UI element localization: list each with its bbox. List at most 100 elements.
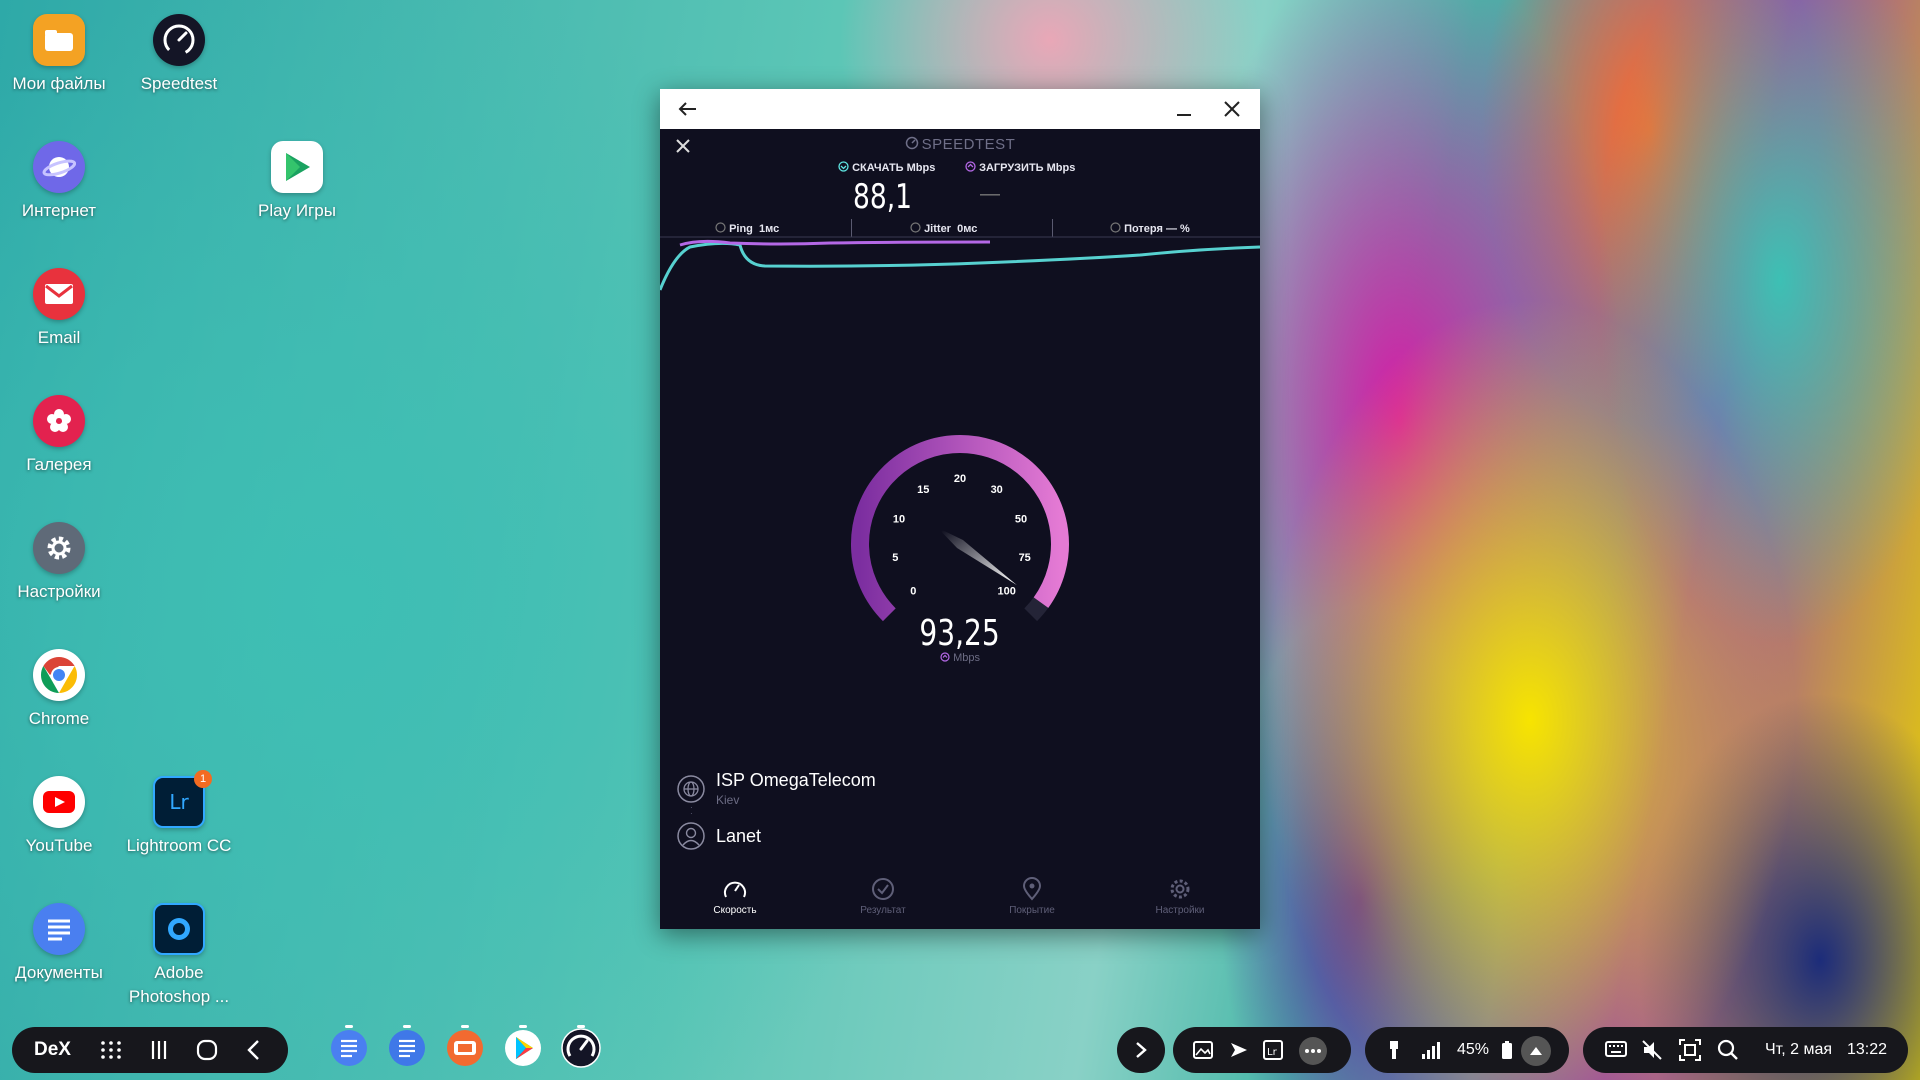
gauge-tick-label: 30 [991, 484, 1003, 496]
speedometer-icon [561, 1028, 601, 1068]
svg-text:Lr: Lr [1267, 1047, 1278, 1058]
desktop-icon-label: Lightroom CC [126, 836, 232, 855]
search-icon[interactable] [1717, 1039, 1739, 1066]
desktop-icon-chrome[interactable]: Chrome [4, 649, 114, 731]
battery-icon [1501, 1040, 1513, 1065]
isp-city: Kiev [716, 793, 740, 807]
desktop-icon-label: Chrome [28, 709, 90, 728]
chevron-right-icon [1136, 1042, 1147, 1058]
gauge-tick-label: 15 [917, 484, 929, 496]
upload-icon [965, 161, 976, 172]
server-user-icon[interactable] [676, 821, 706, 856]
desktop-icon-youtube[interactable]: YouTube [4, 776, 114, 858]
desktop-icon-my-files[interactable]: Мои файлы [4, 14, 114, 96]
upload-label: ЗАГРУЗИТЬ Mbps [965, 161, 1075, 174]
desktop-icon-label: Настройки [17, 582, 101, 601]
nav-speed[interactable]: Скорость [675, 877, 795, 916]
desktop-icon-settings[interactable]: Настройки [4, 522, 114, 604]
desktop-icon-label: Галерея [26, 455, 92, 474]
image-notification-icon[interactable] [1193, 1040, 1213, 1065]
desktop-icon-lightroom[interactable]: Lr 1 Lightroom CC [124, 770, 234, 858]
minimize-button[interactable] [1164, 89, 1204, 129]
check-icon [872, 878, 894, 900]
taskbar-app-speedtest[interactable] [561, 1025, 601, 1071]
nav-settings[interactable]: Настройки [1120, 877, 1240, 916]
play-notification-icon[interactable] [1229, 1040, 1249, 1065]
gauge-unit: Mbps [660, 652, 1260, 664]
desktop-icon-photoshop[interactable]: Adobe Photoshop ... [124, 903, 234, 1009]
dots-connector: · · [690, 803, 693, 818]
dex-app-icon [447, 1030, 483, 1066]
taskbar-app-play-store[interactable] [503, 1025, 543, 1071]
desktop-icon-documents[interactable]: Документы [4, 903, 114, 985]
envelope-icon [33, 268, 85, 320]
speedometer-icon [153, 14, 205, 66]
screenshot-icon[interactable] [1679, 1039, 1701, 1066]
desktop-icon-internet[interactable]: Интернет [4, 141, 114, 223]
keyboard-icon[interactable] [1605, 1040, 1627, 1063]
dex-navigation-bar: DeX [12, 1027, 288, 1073]
gauge-fill [851, 435, 1069, 622]
taskbar-app-notes[interactable] [387, 1025, 427, 1071]
taskbar-app-dex[interactable] [445, 1025, 485, 1071]
close-icon [1224, 101, 1240, 117]
loss-metric: Потеря — % [1110, 222, 1190, 235]
youtube-icon [33, 776, 85, 828]
nav-coverage[interactable]: Покрытие [972, 877, 1092, 916]
document-icon [331, 1030, 367, 1066]
expand-tray-icon[interactable] [1521, 1036, 1551, 1066]
desktop-icon-gallery[interactable]: Галерея [4, 395, 114, 477]
home-icon[interactable] [196, 1039, 218, 1066]
speedtest-content: SPEEDTEST СКАЧАТЬ Mbps ЗАГРУЗИТЬ Mbps 88… [660, 129, 1260, 929]
gauge-tick-label: 0 [910, 586, 916, 598]
desktop-icon-play-games[interactable]: Play Игры [242, 141, 352, 223]
apps-grid-icon[interactable] [100, 1040, 122, 1065]
desktop-icon-label: Speedtest [140, 74, 218, 93]
upload-icon [940, 652, 950, 662]
desktop-icon-label: Мои файлы [12, 74, 106, 93]
window-titlebar[interactable] [660, 89, 1260, 130]
settings-icon [1170, 879, 1190, 899]
notification-area: Lr [1173, 1027, 1351, 1073]
battery-percent: 45% [1457, 1041, 1490, 1058]
document-icon [33, 903, 85, 955]
desktop-icon-label: Документы [15, 963, 103, 982]
desktop-icon-speedtest[interactable]: Speedtest [124, 14, 234, 96]
more-notifications-icon[interactable] [1299, 1037, 1327, 1065]
desktop-icon-email[interactable]: Email [4, 268, 114, 350]
server-name[interactable]: Lanet [716, 826, 761, 847]
back-icon[interactable] [246, 1039, 262, 1066]
taskbar-app-documents[interactable] [329, 1025, 369, 1071]
gauge-value: 93,25 [919, 613, 1001, 654]
loss-icon [1110, 222, 1121, 233]
download-label: СКАЧАТЬ Mbps [838, 161, 935, 174]
minimize-icon [1177, 114, 1191, 116]
nav-results[interactable]: Результат [823, 877, 943, 916]
speed-icon [724, 881, 746, 898]
lightroom-notification-icon[interactable]: Lr [1263, 1040, 1283, 1065]
desktop-icon-label: Email [37, 328, 81, 347]
status-area[interactable]: 45% [1365, 1027, 1569, 1073]
date[interactable]: Чт, 2 мая [1765, 1041, 1832, 1059]
back-button[interactable] [668, 89, 708, 129]
system-tray: Чт, 2 мая 13:22 [1583, 1027, 1908, 1073]
gauge-tick-label: 20 [954, 473, 966, 485]
speed-graph [660, 236, 1260, 291]
play-games-icon [271, 141, 323, 193]
flower-icon [33, 395, 85, 447]
gear-icon [33, 522, 85, 574]
recents-icon[interactable] [150, 1040, 168, 1065]
expand-apps-button[interactable] [1117, 1027, 1165, 1073]
photoshop-icon [153, 903, 205, 955]
folder-icon [33, 14, 85, 66]
notification-badge: 1 [194, 770, 212, 788]
close-window-button[interactable] [1212, 89, 1252, 129]
gauge-tick-label: 75 [1019, 552, 1031, 564]
mute-icon[interactable] [1641, 1039, 1663, 1066]
desktop-icon-label: Adobe Photoshop ... [128, 963, 230, 1006]
clock[interactable]: 13:22 [1847, 1041, 1887, 1059]
jitter-icon [910, 222, 921, 233]
dex-button[interactable]: DeX [34, 1039, 71, 1061]
download-icon [838, 161, 849, 172]
gauge-readout: 93,25 [660, 613, 1260, 654]
